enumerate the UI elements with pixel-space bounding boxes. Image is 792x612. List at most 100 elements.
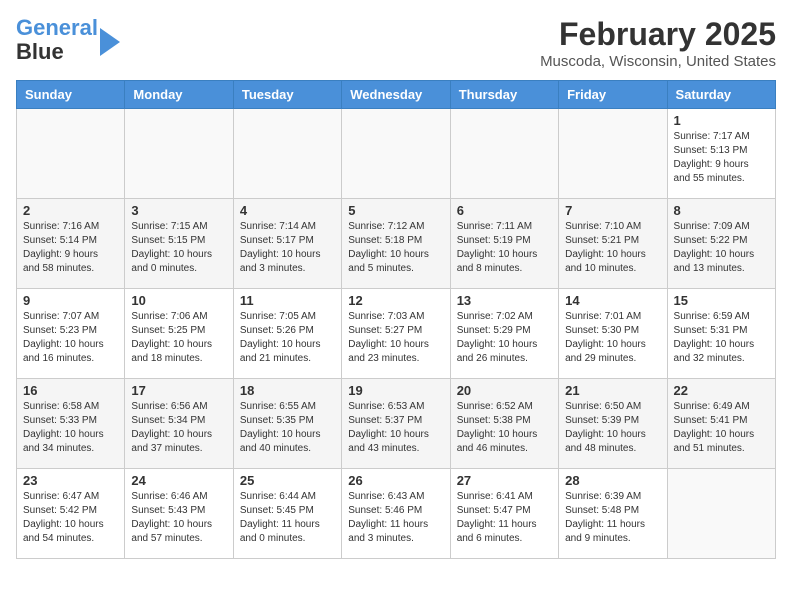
calendar-cell: 17 Sunrise: 6:56 AM Sunset: 5:34 PM Dayli… (125, 379, 233, 469)
calendar-cell: 4 Sunrise: 7:14 AM Sunset: 5:17 PM Daylig… (233, 199, 341, 289)
calendar-cell: 18Sunrise: 6:55 AM Sunset: 5:35 PM Dayli… (233, 379, 341, 469)
calendar-header-row: SundayMondayTuesdayWednesdayThursdayFrid… (17, 81, 776, 109)
day-number: 10 (131, 293, 226, 308)
logo-text: General Blue (16, 16, 98, 64)
calendar-cell: 19 Sunrise: 6:53 AM Sunset: 5:37 PM Dayli… (342, 379, 450, 469)
day-info: Sunrise: 6:47 AM Sunset: 5:42 PM Dayligh… (23, 490, 118, 546)
calendar-cell: 15Sunrise: 6:59 AM Sunset: 5:31 PM Dayli… (667, 289, 775, 379)
day-info: Sunrise: 6:39 AM Sunset: 5:48 PM Dayligh… (565, 490, 660, 546)
day-info: Sunrise: 7:09 AM Sunset: 5:22 PM Dayligh… (674, 220, 769, 276)
calendar-cell: 25 Sunrise: 6:44 AM Sunset: 5:45 PM Dayli… (233, 469, 341, 559)
calendar-cell: 11 Sunrise: 7:05 AM Sunset: 5:26 PM Dayli… (233, 289, 341, 379)
title-block: February 2025 Muscoda, Wisconsin, United… (540, 16, 776, 70)
day-number: 9 (23, 293, 118, 308)
logo-line1: General (16, 15, 98, 40)
logo-arrow-icon (100, 28, 120, 56)
day-number: 24 (131, 473, 226, 488)
day-number: 25 (240, 473, 335, 488)
day-info: Sunrise: 6:56 AM Sunset: 5:34 PM Dayligh… (131, 400, 226, 456)
day-info: Sunrise: 6:53 AM Sunset: 5:37 PM Dayligh… (348, 400, 443, 456)
day-number: 22 (674, 383, 769, 398)
calendar-cell (233, 109, 341, 199)
calendar-cell (125, 109, 233, 199)
calendar-cell: 3 Sunrise: 7:15 AM Sunset: 5:15 PM Daylig… (125, 199, 233, 289)
calendar-cell: 28 Sunrise: 6:39 AM Sunset: 5:48 PM Dayli… (559, 469, 667, 559)
calendar-cell: 24 Sunrise: 6:46 AM Sunset: 5:43 PM Dayli… (125, 469, 233, 559)
day-info: Sunrise: 6:43 AM Sunset: 5:46 PM Dayligh… (348, 490, 443, 546)
day-info: Sunrise: 6:55 AM Sunset: 5:35 PM Dayligh… (240, 400, 335, 456)
calendar-cell: 12Sunrise: 7:03 AM Sunset: 5:27 PM Dayli… (342, 289, 450, 379)
day-info: Sunrise: 7:15 AM Sunset: 5:15 PM Dayligh… (131, 220, 226, 276)
day-number: 3 (131, 203, 226, 218)
day-number: 2 (23, 203, 118, 218)
day-number: 1 (674, 113, 769, 128)
day-info: Sunrise: 6:41 AM Sunset: 5:47 PM Dayligh… (457, 490, 552, 546)
day-number: 15 (674, 293, 769, 308)
calendar-cell: 7Sunrise: 7:10 AM Sunset: 5:21 PM Daylig… (559, 199, 667, 289)
calendar-cell (17, 109, 125, 199)
day-number: 11 (240, 293, 335, 308)
day-number: 13 (457, 293, 552, 308)
weekday-header: Friday (559, 81, 667, 109)
day-number: 4 (240, 203, 335, 218)
calendar-cell: 22 Sunrise: 6:49 AM Sunset: 5:41 PM Dayli… (667, 379, 775, 469)
calendar-week-row: 1 Sunrise: 7:17 AM Sunset: 5:13 PM Daylig… (17, 109, 776, 199)
day-number: 28 (565, 473, 660, 488)
day-info: Sunrise: 6:50 AM Sunset: 5:39 PM Dayligh… (565, 400, 660, 456)
calendar-cell: 1 Sunrise: 7:17 AM Sunset: 5:13 PM Daylig… (667, 109, 775, 199)
day-number: 20 (457, 383, 552, 398)
day-number: 27 (457, 473, 552, 488)
day-number: 16 (23, 383, 118, 398)
day-info: Sunrise: 6:44 AM Sunset: 5:45 PM Dayligh… (240, 490, 335, 546)
day-number: 14 (565, 293, 660, 308)
calendar-cell: 21Sunrise: 6:50 AM Sunset: 5:39 PM Dayli… (559, 379, 667, 469)
day-number: 23 (23, 473, 118, 488)
calendar-cell: 26 Sunrise: 6:43 AM Sunset: 5:46 PM Dayli… (342, 469, 450, 559)
day-number: 5 (348, 203, 443, 218)
calendar-week-row: 2 Sunrise: 7:16 AM Sunset: 5:14 PM Daylig… (17, 199, 776, 289)
weekday-header: Tuesday (233, 81, 341, 109)
calendar-cell: 2 Sunrise: 7:16 AM Sunset: 5:14 PM Daylig… (17, 199, 125, 289)
day-number: 6 (457, 203, 552, 218)
day-info: Sunrise: 7:17 AM Sunset: 5:13 PM Dayligh… (674, 130, 769, 186)
day-info: Sunrise: 6:52 AM Sunset: 5:38 PM Dayligh… (457, 400, 552, 456)
calendar-cell (450, 109, 558, 199)
day-info: Sunrise: 7:07 AM Sunset: 5:23 PM Dayligh… (23, 310, 118, 366)
day-info: Sunrise: 7:11 AM Sunset: 5:19 PM Dayligh… (457, 220, 552, 276)
weekday-header: Wednesday (342, 81, 450, 109)
day-info: Sunrise: 7:10 AM Sunset: 5:21 PM Dayligh… (565, 220, 660, 276)
calendar-cell: 23 Sunrise: 6:47 AM Sunset: 5:42 PM Dayli… (17, 469, 125, 559)
calendar-week-row: 9 Sunrise: 7:07 AM Sunset: 5:23 PM Daylig… (17, 289, 776, 379)
calendar-cell: 9 Sunrise: 7:07 AM Sunset: 5:23 PM Daylig… (17, 289, 125, 379)
day-number: 17 (131, 383, 226, 398)
day-info: Sunrise: 7:14 AM Sunset: 5:17 PM Dayligh… (240, 220, 335, 276)
page-header: General Blue February 2025 Muscoda, Wisc… (16, 16, 776, 70)
day-info: Sunrise: 6:46 AM Sunset: 5:43 PM Dayligh… (131, 490, 226, 546)
day-number: 26 (348, 473, 443, 488)
calendar-week-row: 23 Sunrise: 6:47 AM Sunset: 5:42 PM Dayli… (17, 469, 776, 559)
calendar-cell (667, 469, 775, 559)
weekday-header: Saturday (667, 81, 775, 109)
calendar-cell: 6 Sunrise: 7:11 AM Sunset: 5:19 PM Daylig… (450, 199, 558, 289)
day-info: Sunrise: 7:05 AM Sunset: 5:26 PM Dayligh… (240, 310, 335, 366)
month-title: February 2025 (540, 16, 776, 53)
weekday-header: Thursday (450, 81, 558, 109)
day-info: Sunrise: 7:16 AM Sunset: 5:14 PM Dayligh… (23, 220, 118, 276)
weekday-header: Sunday (17, 81, 125, 109)
calendar-cell: 8Sunrise: 7:09 AM Sunset: 5:22 PM Daylig… (667, 199, 775, 289)
calendar-cell: 16 Sunrise: 6:58 AM Sunset: 5:33 PM Dayli… (17, 379, 125, 469)
calendar-cell: 5 Sunrise: 7:12 AM Sunset: 5:18 PM Daylig… (342, 199, 450, 289)
day-info: Sunrise: 7:12 AM Sunset: 5:18 PM Dayligh… (348, 220, 443, 276)
day-info: Sunrise: 7:01 AM Sunset: 5:30 PM Dayligh… (565, 310, 660, 366)
day-number: 19 (348, 383, 443, 398)
day-info: Sunrise: 6:58 AM Sunset: 5:33 PM Dayligh… (23, 400, 118, 456)
day-info: Sunrise: 6:49 AM Sunset: 5:41 PM Dayligh… (674, 400, 769, 456)
calendar-week-row: 16 Sunrise: 6:58 AM Sunset: 5:33 PM Dayli… (17, 379, 776, 469)
weekday-header: Monday (125, 81, 233, 109)
logo: General Blue (16, 16, 120, 64)
location: Muscoda, Wisconsin, United States (540, 53, 776, 70)
calendar-cell: 14 Sunrise: 7:01 AM Sunset: 5:30 PM Dayli… (559, 289, 667, 379)
calendar-cell: 10 Sunrise: 7:06 AM Sunset: 5:25 PM Dayli… (125, 289, 233, 379)
day-info: Sunrise: 7:06 AM Sunset: 5:25 PM Dayligh… (131, 310, 226, 366)
day-info: Sunrise: 7:03 AM Sunset: 5:27 PM Dayligh… (348, 310, 443, 366)
